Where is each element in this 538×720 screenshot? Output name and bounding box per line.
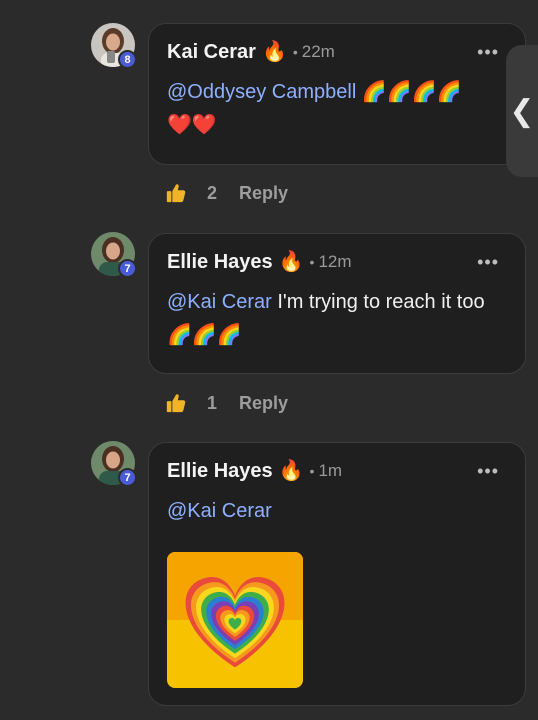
comment-body: @Kai Cerar xyxy=(167,495,507,528)
avatar-ellie[interactable]: 7 xyxy=(91,441,137,487)
rainbow-heart-sticker[interactable] xyxy=(167,552,303,688)
more-options-icon[interactable]: ••• xyxy=(477,42,499,63)
chevron-left-icon: ❮ xyxy=(509,94,535,128)
level-badge: 7 xyxy=(118,468,137,487)
avatar-ellie[interactable]: 7 xyxy=(91,232,137,278)
comment-actions: 2 Reply xyxy=(165,182,288,204)
comment-thread: 8 Kai Cerar 🔥 • 22m ••• @Oddysey Campbel… xyxy=(0,0,538,720)
author-name[interactable]: Ellie Hayes xyxy=(167,251,273,274)
comment-header: Ellie Hayes 🔥 • 12m ••• xyxy=(167,250,507,274)
comment-bubble: Ellie Hayes 🔥 • 1m ••• @Kai Cerar xyxy=(148,442,526,706)
reply-button[interactable]: Reply xyxy=(239,183,288,204)
thumbs-up-icon[interactable] xyxy=(165,182,187,204)
comment-header: Ellie Hayes 🔥 • 1m ••• xyxy=(167,459,507,483)
timestamp: 22m xyxy=(301,42,335,61)
comment-body: @Oddysey Campbell 🌈🌈🌈🌈 ❤️❤️ xyxy=(167,76,507,142)
comment-text: I'm trying to reach it too xyxy=(271,291,485,313)
timestamp: 12m xyxy=(318,252,352,271)
collapse-side-tab[interactable]: ❮ xyxy=(506,45,538,177)
avatar-kai[interactable]: 8 xyxy=(91,23,137,69)
mention-link[interactable]: @Kai Cerar xyxy=(167,500,272,522)
more-options-icon[interactable]: ••• xyxy=(477,461,499,482)
level-badge: 8 xyxy=(118,50,137,69)
comment-bubble: Ellie Hayes 🔥 • 12m ••• @Kai Cerar I'm t… xyxy=(148,233,526,374)
fire-icon: 🔥 xyxy=(261,41,287,63)
comment-header: Kai Cerar 🔥 • 22m ••• xyxy=(167,40,507,64)
separator-dot: • xyxy=(292,44,298,60)
separator-dot: • xyxy=(309,254,315,270)
comment-bubble: Kai Cerar 🔥 • 22m ••• @Oddysey Campbell … xyxy=(148,23,526,165)
more-options-icon[interactable]: ••• xyxy=(477,252,499,273)
fire-icon: 🔥 xyxy=(278,251,304,273)
fire-icon: 🔥 xyxy=(278,460,304,482)
comment-body: @Kai Cerar I'm trying to reach it too 🌈🌈… xyxy=(167,286,507,352)
rainbow-emojis: 🌈🌈🌈🌈 xyxy=(361,81,462,103)
timestamp: 1m xyxy=(318,461,343,480)
heart-emojis: ❤️❤️ xyxy=(167,114,217,136)
reply-button[interactable]: Reply xyxy=(239,393,288,414)
rainbow-emojis: 🌈🌈🌈 xyxy=(167,324,242,346)
level-badge: 7 xyxy=(118,259,137,278)
like-count: 1 xyxy=(207,392,218,413)
separator-dot: • xyxy=(309,463,315,479)
author-name[interactable]: Ellie Hayes xyxy=(167,460,273,483)
thumbs-up-icon[interactable] xyxy=(165,392,187,414)
author-name[interactable]: Kai Cerar xyxy=(167,41,256,64)
mention-link[interactable]: @Oddysey Campbell xyxy=(167,81,356,103)
mention-link[interactable]: @Kai Cerar xyxy=(167,291,272,313)
comment-actions: 1 Reply xyxy=(165,392,288,414)
like-count: 2 xyxy=(207,182,218,203)
